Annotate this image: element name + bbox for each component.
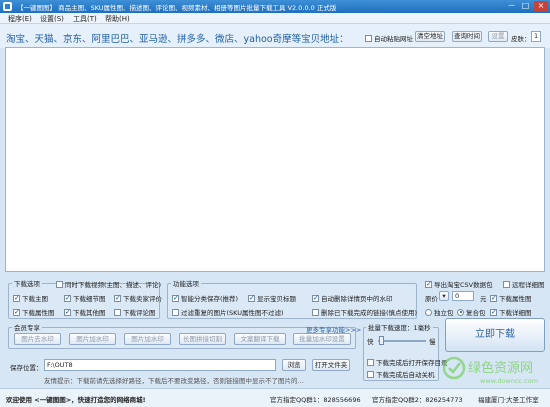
start-download-button[interactable]: 立即下载	[445, 318, 545, 352]
add-watermark-button[interactable]: 图片加水印	[69, 333, 116, 345]
long-image-splice-button[interactable]: 长图拼接切割	[179, 333, 226, 345]
export-csv-checkbox[interactable]: 导出淘宝CSV数据包	[425, 279, 493, 289]
download-other-image-checkbox[interactable]: 下载其他图	[64, 307, 106, 317]
menu-tools[interactable]: 工具(T)	[73, 14, 97, 24]
speed-slider-thumb[interactable]	[379, 336, 384, 345]
yuan-label: 元	[480, 295, 487, 303]
close-button[interactable]: ×	[534, 1, 548, 11]
download-detail-attr-checkbox[interactable]: 下载详细图	[490, 307, 532, 317]
download-detail-image-checkbox[interactable]: 下载细节图	[64, 293, 106, 303]
composite-package-radio[interactable]: 复合包	[457, 307, 486, 317]
download-sku-image-checkbox[interactable]: 下载属性图	[13, 307, 55, 317]
clear-address-button[interactable]: 清空地址	[415, 31, 445, 42]
restore-button[interactable]: □	[519, 1, 532, 11]
tip-text: 友情提示：下载前请先选择好路径，下载后不要改变路径，否则链接图中显示不了图片的…	[44, 377, 304, 385]
site-watermark-logo: 绿色资源网 www.downcc.com	[442, 356, 538, 385]
skin-input[interactable]: 1	[531, 31, 541, 42]
delete-finished-links-checkbox[interactable]: 删除已下载完成的链接(慎点使用)	[312, 307, 417, 317]
original-price-dropdown[interactable]: ▾	[439, 291, 449, 301]
remote-detail-checkbox[interactable]: 远程详细图	[503, 279, 545, 289]
download-review-image-checkbox[interactable]: 下载评论图	[114, 307, 156, 317]
open-folder-after-checkbox[interactable]: 下载完成后打开保存目录	[367, 357, 448, 367]
show-title-checkbox[interactable]: 显示宝贝标题	[248, 293, 296, 303]
filter-duplicates-checkbox[interactable]: 过滤重复的图片(SKU属性图不过滤)	[172, 307, 284, 317]
save-path-input[interactable]: F:\OUT8	[44, 359, 276, 371]
translate-download-button[interactable]: 文案翻译下载	[234, 333, 286, 345]
window-title: 【一键图图】 商品主图、SKU属性图、描述图、评论图、视频素材、相册等图片批量下…	[17, 4, 337, 12]
original-price-label: 原价	[425, 295, 438, 303]
app-icon	[3, 2, 12, 11]
vendor-text: 福建厦门·大圣工作室	[478, 396, 539, 404]
member-panel-title: 会员专享	[12, 322, 42, 332]
download-main-image-checkbox[interactable]: 下载主图	[13, 293, 48, 303]
qq-group-1: 官方指定QQ群1：828556696	[270, 396, 361, 404]
speed-slow-label: 慢	[429, 338, 436, 346]
remove-watermark-button[interactable]: 图片去水印	[14, 333, 61, 345]
open-folder-button[interactable]: 打开文件夹	[312, 359, 350, 371]
image-watermark-button[interactable]: 图片加水印	[124, 333, 171, 345]
batch-watermark-settings-button[interactable]: 批量加水印设置	[293, 333, 351, 345]
speed-fast-label: 快	[367, 338, 374, 346]
settings-button[interactable]: 设置	[488, 31, 508, 42]
smart-classify-checkbox[interactable]: 智能分类保存(推荐)	[172, 293, 238, 303]
original-price-input[interactable]: 0	[452, 291, 474, 301]
link-bar: 淘宝、天猫、京东、阿里巴巴、亚马逊、拼多多、微店、yahoo奇摩等宝贝地址： 自…	[0, 24, 550, 48]
welcome-text: 欢迎使用 <一键图图>，快速打造您的网络商城!	[6, 396, 146, 404]
download-seller-review-checkbox[interactable]: 下载卖家评价	[114, 293, 162, 303]
menu-help[interactable]: 帮助(H)	[105, 14, 130, 24]
download-video-checkbox[interactable]: 同时下载视频(主图、描述、评论)	[56, 279, 161, 289]
title-bar: 【一键图图】 商品主图、SKU属性图、描述图、评论图、视频素材、相册等图片批量下…	[0, 0, 550, 13]
speed-slider-track[interactable]	[378, 340, 426, 342]
query-time-button[interactable]: 查询时间	[452, 31, 482, 42]
watermark-url: www.downcc.com	[480, 377, 538, 385]
download-attribute-checkbox[interactable]: 下载属性图	[490, 293, 532, 303]
download-options-title: 下载选项	[12, 278, 42, 288]
browse-button[interactable]: 浏览	[282, 359, 306, 371]
auto-paste-checkbox[interactable]: 自动粘贴网址	[365, 33, 413, 43]
watermark-title: 绿色资源网	[468, 360, 533, 376]
menu-bar: 程序(E) 设置(S) 工具(T) 帮助(H)	[0, 13, 550, 24]
url-textarea[interactable]	[5, 47, 545, 272]
qq-group-2: 官方指定QQ群2：826254773	[372, 396, 463, 404]
checkbox-icon	[365, 34, 372, 42]
feature-options-title: 功能选项	[171, 278, 201, 288]
status-bar: 欢迎使用 <一键图图>，快速打造您的网络商城! 官方指定QQ群1：8285566…	[0, 388, 550, 407]
speed-title: 批量下载速度：1毫秒	[366, 322, 433, 332]
standalone-package-radio[interactable]: 独立包	[425, 307, 454, 317]
menu-program[interactable]: 程序(E)	[8, 14, 32, 24]
shutdown-after-checkbox[interactable]: 下载完成后自动关机	[367, 369, 435, 379]
save-location-label: 保存位置：	[10, 364, 43, 372]
remove-watermark-checkbox[interactable]: 自动删除详情页中的水印	[312, 293, 393, 303]
supported-platforms-label: 淘宝、天猫、京东、阿里巴巴、亚马逊、拼多多、微店、yahoo奇摩等宝贝地址：	[6, 34, 349, 45]
minimize-button[interactable]: －	[505, 1, 518, 11]
skin-label: 皮肤：	[511, 35, 531, 43]
menu-settings[interactable]: 设置(S)	[40, 14, 64, 24]
